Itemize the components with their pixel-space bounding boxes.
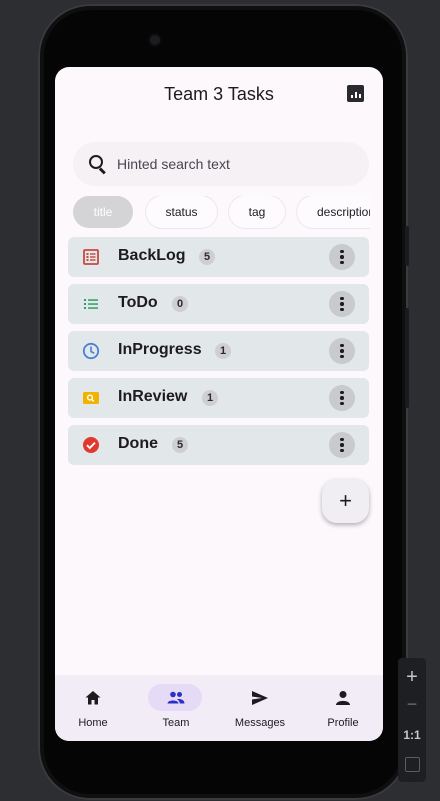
group-row-inreview[interactable]: InReview 1 xyxy=(68,378,369,418)
chip-tag[interactable]: tag xyxy=(229,196,285,228)
emulator-toolbar: + − 1:1 xyxy=(398,658,426,782)
count-badge: 0 xyxy=(172,296,188,312)
group-row-todo[interactable]: ToDo 0 xyxy=(68,284,369,324)
review-search-icon xyxy=(83,392,99,404)
more-vert-icon[interactable] xyxy=(329,338,355,364)
more-vert-icon[interactable] xyxy=(329,385,355,411)
zoom-out-button[interactable]: − xyxy=(398,694,426,715)
more-vert-icon[interactable] xyxy=(329,244,355,270)
more-vert-icon[interactable] xyxy=(329,291,355,317)
count-badge: 5 xyxy=(172,437,188,453)
zoom-in-button[interactable]: + xyxy=(398,666,426,689)
checklist-icon xyxy=(84,299,98,309)
group-label: InProgress xyxy=(118,341,202,358)
fit-screen-icon[interactable] xyxy=(405,757,420,772)
count-badge: 1 xyxy=(215,343,231,359)
bar-chart-icon[interactable] xyxy=(347,85,364,102)
search-icon xyxy=(87,153,109,175)
app-screen: Team 3 Tasks Hinted search text title st… xyxy=(55,67,383,741)
nav-label: Messages xyxy=(234,717,286,729)
search-input[interactable]: Hinted search text xyxy=(117,156,230,172)
add-task-button[interactable]: + xyxy=(322,479,369,523)
group-label: ToDo xyxy=(118,294,158,311)
bottom-navigation: Home Team Messages Profile xyxy=(55,675,383,741)
nav-label: Profile xyxy=(327,717,359,729)
chip-description[interactable]: description xyxy=(297,196,370,228)
power-button xyxy=(405,226,409,266)
count-badge: 1 xyxy=(202,390,218,406)
nav-item-home[interactable]: Home xyxy=(55,675,134,741)
group-row-inprogress[interactable]: InProgress 1 xyxy=(68,331,369,371)
add-icon: + xyxy=(339,488,352,513)
nav-label: Home xyxy=(78,717,108,729)
group-label: InReview xyxy=(118,388,188,405)
home-icon xyxy=(85,691,101,705)
nav-item-messages[interactable]: Messages xyxy=(219,675,301,741)
chip-status[interactable]: status xyxy=(146,196,217,228)
search-bar[interactable]: Hinted search text xyxy=(73,142,369,186)
group-row-done[interactable]: Done 5 xyxy=(68,425,369,465)
filter-chip-row: title status tag description xyxy=(73,196,370,230)
send-icon xyxy=(252,691,268,705)
page-title: Team 3 Tasks xyxy=(164,84,274,104)
volume-button xyxy=(405,308,409,408)
nav-item-team[interactable]: Team xyxy=(135,675,217,741)
group-row-backlog[interactable]: BackLog 5 xyxy=(68,237,369,277)
more-vert-icon[interactable] xyxy=(329,432,355,458)
clock-icon xyxy=(82,342,100,360)
check-circle-icon xyxy=(83,437,99,453)
group-label: Done xyxy=(118,435,158,452)
actual-size-button[interactable]: 1:1 xyxy=(398,728,426,742)
group-label: BackLog xyxy=(118,247,186,264)
count-badge: 5 xyxy=(199,249,215,265)
person-icon xyxy=(336,691,350,705)
nav-item-profile[interactable]: Profile xyxy=(302,675,383,741)
chip-title[interactable]: title xyxy=(73,196,133,228)
front-camera xyxy=(150,35,160,45)
team-icon xyxy=(167,691,185,704)
backlog-list-icon xyxy=(83,249,99,265)
nav-label: Team xyxy=(162,717,190,729)
